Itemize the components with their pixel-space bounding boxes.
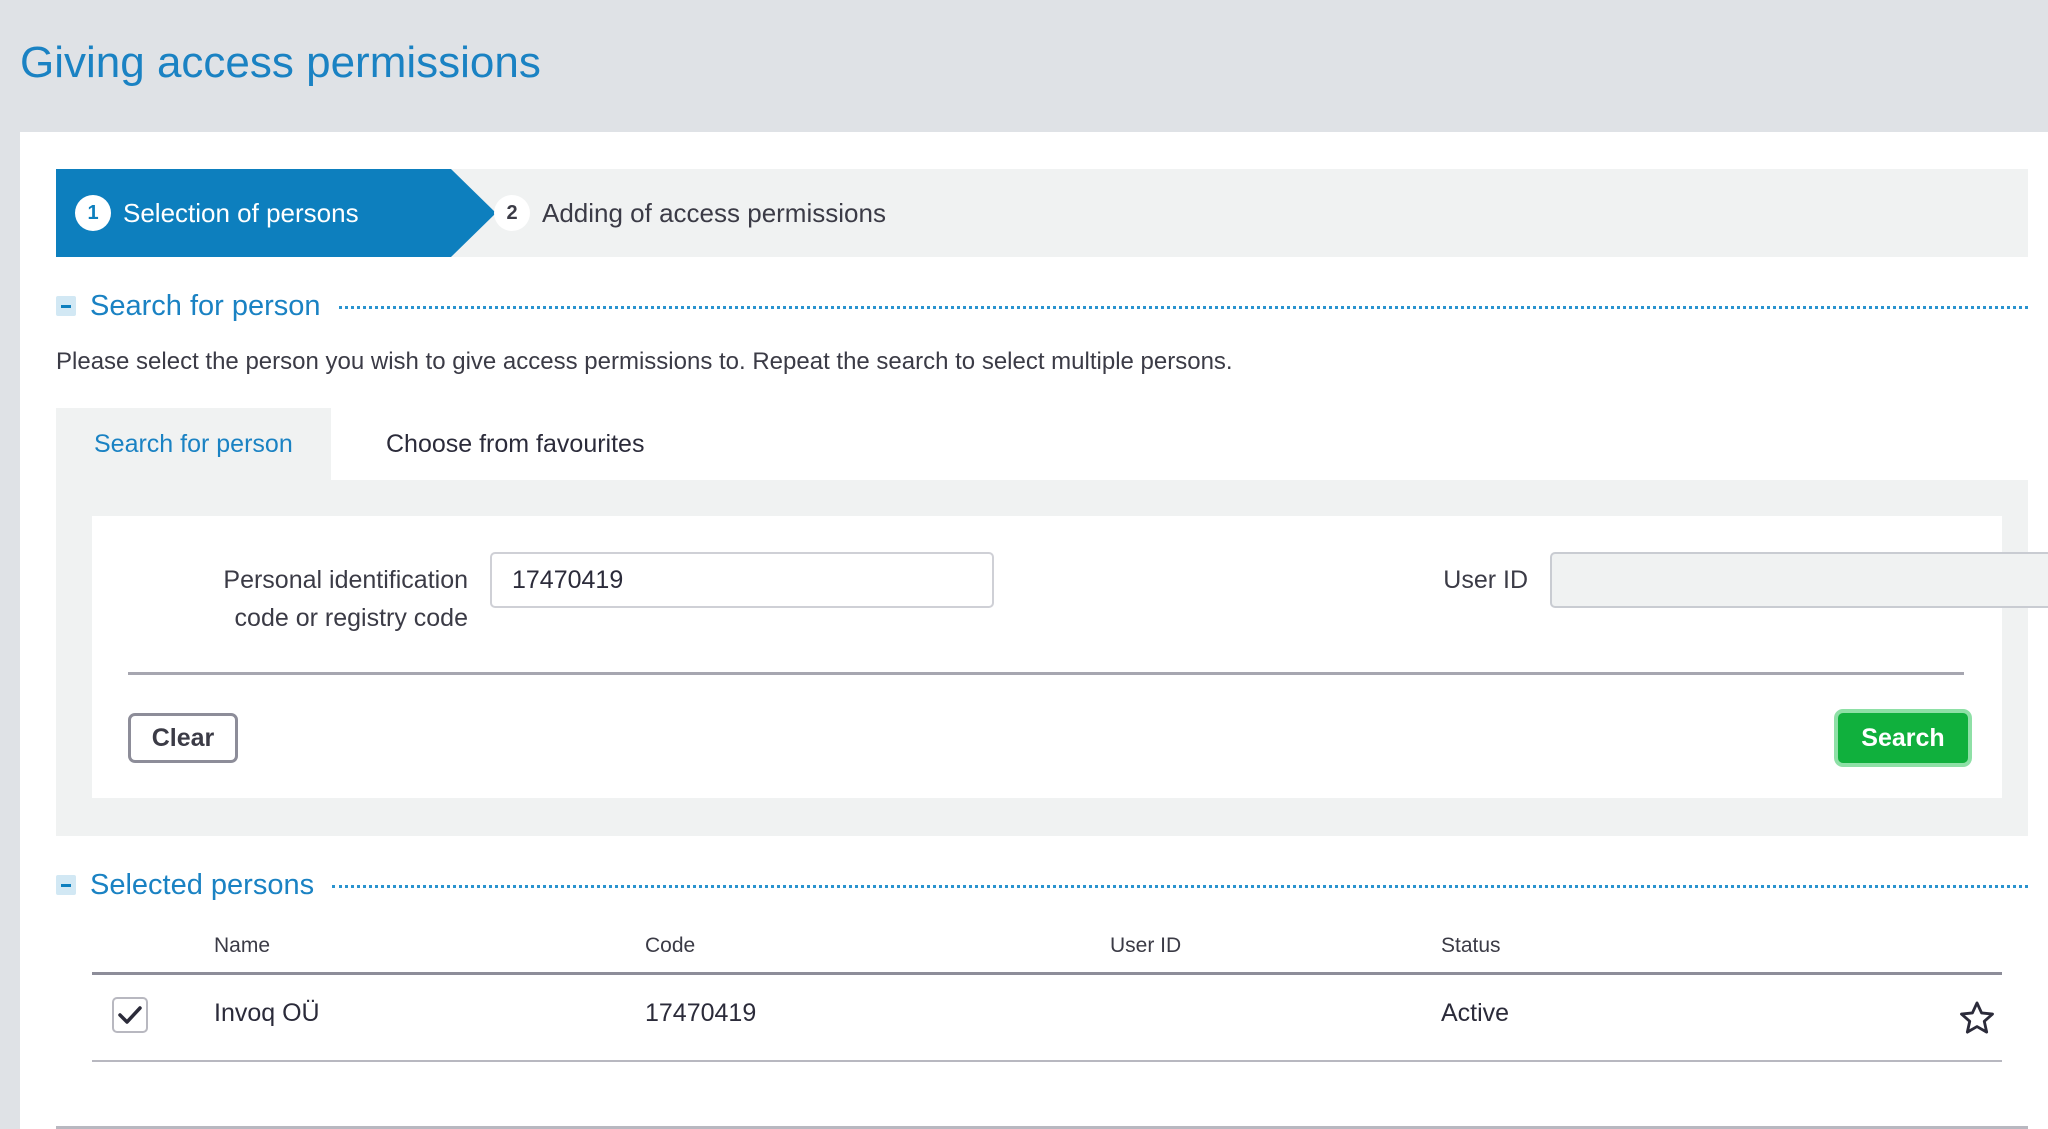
page-title: Giving access permissions: [20, 38, 541, 87]
wizard-stepper: 1 Selection of persons 2 Adding of acces…: [56, 169, 2028, 257]
user-id-input[interactable]: [1550, 552, 2048, 608]
step-number-1: 1: [75, 195, 111, 231]
selected-section-header[interactable]: Selected persons: [56, 868, 2028, 902]
main-panel: 1 Selection of persons 2 Adding of acces…: [20, 132, 2048, 1129]
row-code: 17470419: [645, 999, 757, 1027]
dotted-divider: [338, 305, 2028, 309]
id-code-label: Personal identification code or registry…: [132, 561, 468, 637]
form-divider: [128, 672, 1964, 675]
search-form: Personal identification code or registry…: [92, 516, 2048, 798]
id-code-label-line2: code or registry code: [234, 604, 468, 632]
column-name: Name: [214, 934, 271, 957]
table-row: Invoq OÜ 17470419 Active: [92, 975, 2002, 1062]
id-code-input[interactable]: [490, 552, 994, 608]
tab-choose-from-favourites[interactable]: Choose from favourites: [348, 408, 682, 480]
step-label-1: Selection of persons: [123, 197, 359, 228]
dotted-divider: [332, 884, 2028, 888]
step-number-2: 2: [494, 195, 530, 231]
column-status: Status: [1441, 934, 1501, 957]
column-code: Code: [645, 934, 696, 957]
row-checkbox[interactable]: [112, 997, 148, 1033]
row-name: Invoq OÜ: [214, 999, 320, 1027]
table-header: Name Code User ID Status: [92, 930, 2002, 975]
clear-button[interactable]: Clear: [128, 713, 238, 763]
search-description: Please select the person you wish to giv…: [56, 348, 1233, 375]
step-selection-of-persons[interactable]: 1 Selection of persons: [56, 169, 451, 257]
search-section-header[interactable]: Search for person: [56, 289, 2028, 323]
tab-search-for-person[interactable]: Search for person: [56, 408, 331, 480]
search-section-title: Search for person: [90, 289, 321, 322]
id-code-label-line1: Personal identification: [223, 566, 468, 594]
selected-section-title: Selected persons: [90, 868, 315, 901]
step-adding-access-permissions[interactable]: 2 Adding of access permissions: [436, 169, 886, 257]
user-id-label: User ID: [1443, 566, 1528, 594]
star-outline-icon[interactable]: [1958, 999, 1996, 1037]
search-tab-body: Personal identification code or registry…: [56, 480, 2048, 836]
checkmark-icon: [118, 1006, 142, 1024]
column-user-id: User ID: [1110, 934, 1182, 957]
step-label-2: Adding of access permissions: [542, 197, 886, 228]
row-status: Active: [1441, 999, 1510, 1027]
minus-icon[interactable]: [56, 296, 76, 316]
search-button[interactable]: Search: [1834, 709, 1972, 767]
minus-icon[interactable]: [56, 875, 76, 895]
